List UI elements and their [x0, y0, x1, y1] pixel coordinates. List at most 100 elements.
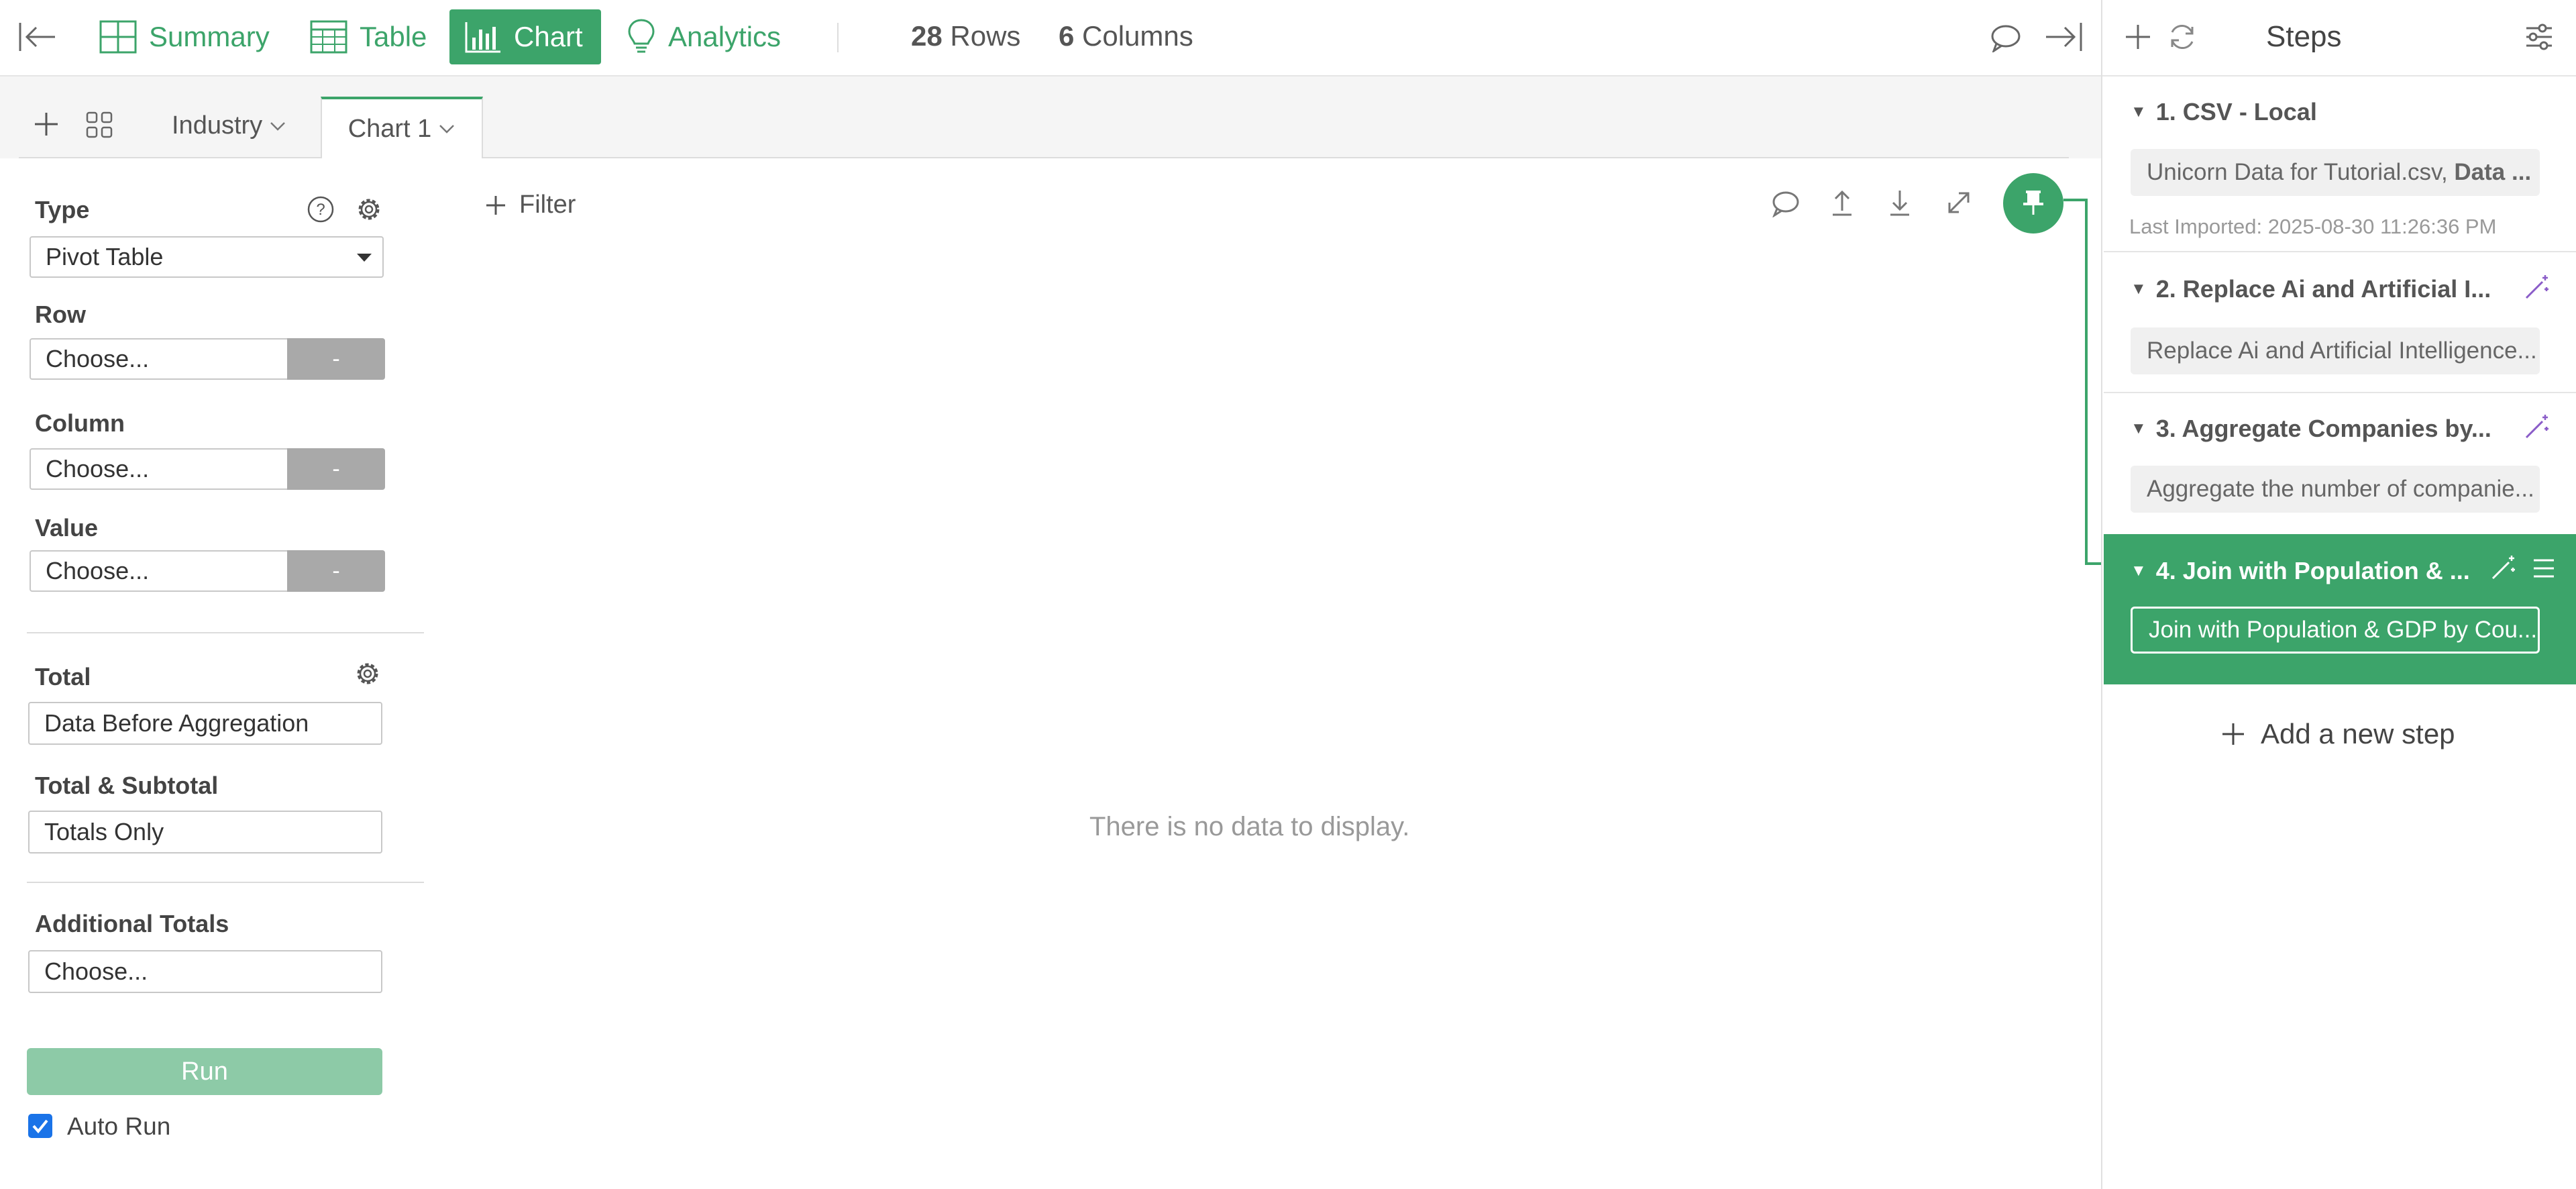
svg-text:?: ? [316, 201, 325, 219]
column-select[interactable]: Choose... [30, 448, 288, 490]
step-3-title-row: ▼ 3. Aggregate Companies by... [2131, 415, 2491, 443]
chart-icon [464, 20, 502, 54]
total-select[interactable]: Data Before Aggregation [28, 702, 382, 745]
row-select[interactable]: Choose... [30, 338, 288, 380]
section-divider [27, 632, 424, 633]
magic-wand-icon[interactable] [2522, 412, 2552, 442]
step-1-last-imported: Last Imported: 2025-08-30 11:26:36 PM [2129, 215, 2497, 238]
pin-button[interactable] [2003, 173, 2063, 234]
step-1-description[interactable]: Unicorn Data for Tutorial.csv, Data ... [2131, 149, 2540, 196]
refresh-icon[interactable] [2167, 21, 2198, 52]
column-label: Column [35, 409, 125, 437]
caret-down-icon: ▼ [2131, 103, 2147, 121]
chart-type-select[interactable]: Pivot Table [30, 236, 384, 278]
tab-industry[interactable]: Industry [172, 111, 286, 140]
plus-icon [484, 194, 507, 217]
tab-chart[interactable]: Chart [449, 9, 601, 64]
step-menu-icon[interactable] [2532, 557, 2556, 580]
analytics-bulb-icon [627, 18, 656, 56]
step-4[interactable]: ▼ 4. Join with Population & ... Join wit… [2104, 534, 2576, 684]
step-3-description[interactable]: Aggregate the number of companie... [2131, 466, 2540, 513]
summary-icon [99, 20, 137, 54]
auto-run-label: Auto Run [67, 1113, 171, 1140]
step-3-title: 3. Aggregate Companies by... [2155, 415, 2491, 442]
rows-count: 28 Rows [911, 20, 1020, 52]
table-icon [310, 20, 347, 54]
columns-count-label: Columns [1082, 20, 1193, 52]
add-new-step-button[interactable]: Add a new step [2220, 718, 2455, 750]
columns-count-value: 6 [1059, 20, 1075, 52]
caret-down-icon: ▼ [2131, 419, 2147, 437]
tab-chart-1-label: Chart 1 [347, 114, 432, 143]
tab-chart-1[interactable]: Chart 1 [321, 97, 483, 158]
caret-down-icon: ▼ [2131, 280, 2147, 298]
magic-wand-icon[interactable] [2522, 272, 2552, 302]
steps-settings-sliders-icon[interactable] [2524, 23, 2555, 51]
section-divider [27, 882, 424, 883]
value-clear-button[interactable]: - [287, 550, 385, 592]
column-clear-button[interactable]: - [287, 448, 385, 490]
collapse-left-icon[interactable] [17, 20, 58, 54]
auto-run-checkbox[interactable] [28, 1114, 52, 1138]
step-4-title: 4. Join with Population & ... [2155, 557, 2470, 584]
filter-label: Filter [519, 191, 576, 219]
help-icon[interactable]: ? [306, 195, 335, 224]
tab-chart-label: Chart [514, 21, 583, 52]
total-settings-gear-icon[interactable] [353, 659, 382, 688]
step-1[interactable]: ▼ 1. CSV - Local Unicorn Data for Tutori… [2104, 76, 2576, 252]
value-select[interactable]: Choose... [30, 550, 288, 592]
upload-icon[interactable] [1829, 188, 1856, 217]
pin-icon [2023, 191, 2043, 215]
magic-wand-icon[interactable] [2489, 553, 2518, 582]
top-toolbar: Summary Table Chart Analytics 28 Rows 6 … [0, 0, 2101, 76]
step-4-description[interactable]: Join with Population & GDP by Cou... [2131, 607, 2540, 654]
rows-count-value: 28 [911, 20, 943, 52]
tab-table[interactable]: Table [295, 9, 441, 64]
type-settings-gear-icon[interactable] [354, 195, 384, 224]
empty-message: There is no data to display. [1089, 812, 1410, 841]
step-1-title-row: ▼ 1. CSV - Local [2131, 98, 2317, 126]
step-1-desc-bold: Data ... [2454, 159, 2532, 185]
step-2-description[interactable]: Replace Ai and Artificial Intelligence..… [2131, 327, 2540, 374]
chevron-down-icon [438, 123, 455, 135]
collapse-right-icon[interactable] [2043, 20, 2084, 54]
tab-summary[interactable]: Summary [85, 9, 284, 64]
row-label: Row [35, 301, 86, 328]
type-label: Type [35, 196, 90, 223]
step-3[interactable]: ▼ 3. Aggregate Companies by... Aggregate… [2104, 393, 2576, 534]
run-button[interactable]: Run [27, 1048, 382, 1095]
plus-icon [2220, 721, 2246, 747]
value-label: Value [35, 514, 99, 541]
filter-button[interactable]: Filter [484, 191, 576, 219]
total-subtotal-label: Total & Subtotal [35, 772, 219, 799]
add-step-icon[interactable] [2124, 23, 2152, 51]
columns-count: 6 Columns [1059, 20, 1193, 52]
comment-icon[interactable] [1990, 24, 2022, 52]
step-2[interactable]: ▼ 2. Replace Ai and Artificial I... Repl… [2104, 252, 2576, 393]
rows-count-label: Rows [950, 20, 1021, 52]
dropdown-caret-icon [356, 252, 373, 263]
tab-analytics[interactable]: Analytics [612, 9, 796, 64]
step-2-title: 2. Replace Ai and Artificial I... [2155, 275, 2491, 303]
caret-down-icon: ▼ [2131, 562, 2147, 580]
grid-view-icon[interactable] [86, 111, 113, 138]
chart-tab-strip [0, 76, 2101, 158]
tab-industry-label: Industry [172, 111, 263, 140]
tab-analytics-label: Analytics [668, 21, 782, 52]
total-subtotal-select[interactable]: Totals Only [28, 811, 382, 854]
checkmark-icon [32, 1119, 48, 1134]
toolbar-divider [837, 23, 839, 52]
download-icon[interactable] [1886, 188, 1913, 217]
row-clear-button[interactable]: - [287, 338, 385, 380]
add-chart-icon[interactable] [32, 110, 60, 138]
expand-icon[interactable] [1944, 188, 1974, 217]
step-1-desc-text: Unicorn Data for Tutorial.csv, [2147, 159, 2455, 185]
total-label: Total [35, 663, 91, 690]
pin-connector-line [2063, 199, 2102, 565]
additional-totals-select[interactable]: Choose... [28, 950, 382, 993]
step-4-title-row: ▼ 4. Join with Population & ... [2131, 557, 2470, 585]
steps-title: Steps [2266, 20, 2342, 53]
add-new-step-label: Add a new step [2261, 718, 2455, 749]
chart-comment-icon[interactable] [1771, 191, 1801, 217]
chevron-down-icon [269, 120, 286, 132]
